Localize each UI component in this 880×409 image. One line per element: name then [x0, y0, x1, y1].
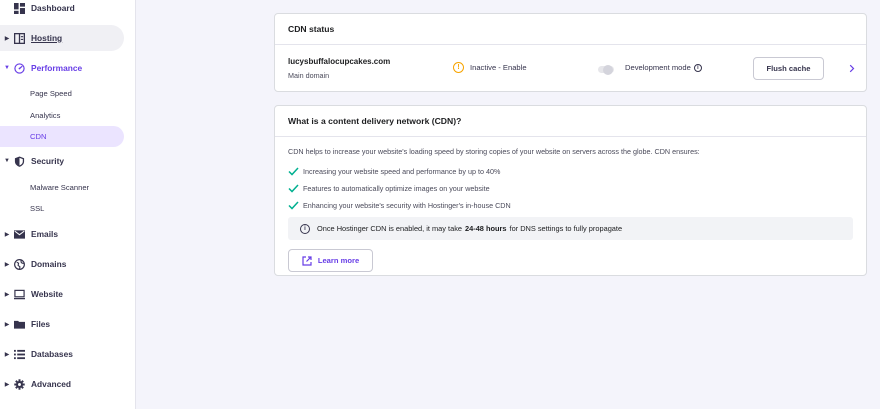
sidebar-item-website[interactable]: ▶ Website	[0, 281, 124, 307]
toggle-knob	[603, 64, 613, 75]
learn-more-label: Learn more	[317, 256, 360, 265]
sidebar-item-label: Dashboard	[31, 3, 75, 13]
database-icon	[13, 348, 25, 360]
feature-item: Enhancing your website's security with H…	[288, 197, 853, 214]
warning-icon: !	[453, 62, 464, 73]
sidebar-item-label: Advanced	[31, 379, 72, 389]
sidebar-item-dashboard[interactable]: Dashboard	[0, 0, 124, 21]
sidebar-item-label: Domains	[31, 259, 67, 269]
external-link-icon	[302, 255, 312, 266]
note-text-before: Once Hostinger CDN is enabled, it may ta…	[317, 224, 463, 233]
sidebar-item-databases[interactable]: ▶ Databases	[0, 341, 124, 367]
dashboard-icon	[13, 2, 25, 14]
cdn-status-text: Inactive - Enable	[470, 63, 527, 72]
development-mode: Development mode i	[625, 63, 702, 72]
sidebar-subitem-page-speed[interactable]: Page Speed	[0, 83, 124, 104]
globe-icon	[13, 258, 25, 270]
check-icon	[288, 184, 299, 193]
gear-icon	[13, 378, 25, 390]
sidebar-subitem-cdn[interactable]: CDN	[0, 126, 124, 147]
chevron-right-icon: ▶	[4, 35, 10, 42]
sidebar-item-label: Website	[31, 289, 63, 299]
propagation-note: i Once Hostinger CDN is enabled, it may …	[288, 217, 853, 240]
cdn-info-body: CDN helps to increase your website's loa…	[275, 137, 866, 272]
sidebar-item-label: Hosting	[31, 33, 63, 43]
note-text-bold: 24-48 hours	[465, 224, 507, 233]
sidebar-item-performance[interactable]: ▼ Performance	[0, 55, 124, 81]
sidebar-item-security[interactable]: ▼ Security	[0, 148, 124, 174]
check-icon	[288, 201, 299, 210]
sidebar: Dashboard ▶ Hosting ▼ Performance Page S…	[0, 0, 136, 409]
sidebar-subitem-malware-scanner[interactable]: Malware Scanner	[0, 177, 124, 198]
sidebar-item-files[interactable]: ▶ Files	[0, 311, 124, 337]
folder-icon	[13, 318, 25, 330]
cdn-status-card: CDN status lucysbuffalocupcakes.com Main…	[274, 13, 867, 92]
sidebar-item-emails[interactable]: ▶ Emails	[0, 221, 124, 247]
feature-item: Features to automatically optimize image…	[288, 180, 853, 197]
note-text-after: for DNS settings to fully propagate	[509, 224, 623, 233]
chevron-right-icon: ▶	[4, 381, 10, 388]
info-icon[interactable]: i	[693, 63, 702, 72]
sidebar-item-label: Security	[31, 156, 65, 166]
domain-name: lucysbuffalocupcakes.com	[288, 57, 391, 66]
feature-text: Features to automatically optimize image…	[303, 184, 490, 193]
sidebar-item-label: Files	[31, 319, 51, 329]
feature-item: Increasing your website speed and perfor…	[288, 163, 853, 180]
cdn-status[interactable]: ! Inactive - Enable	[453, 62, 527, 73]
chevron-right-icon: ▶	[4, 351, 10, 358]
chevron-right-icon: ▶	[4, 261, 10, 268]
chevron-right-icon: ▶	[4, 231, 10, 238]
sidebar-item-advanced[interactable]: ▶ Advanced	[0, 371, 124, 397]
chevron-right-icon[interactable]	[847, 61, 857, 75]
chevron-down-icon: ▼	[4, 65, 10, 71]
development-mode-label: Development mode	[625, 63, 691, 72]
monitor-icon	[13, 288, 25, 300]
chevron-down-icon: ▼	[4, 158, 10, 164]
cdn-info-card: What is a content delivery network (CDN)…	[274, 105, 867, 276]
flush-cache-button[interactable]: Flush cache	[753, 57, 824, 80]
feature-text: Enhancing your website's security with H…	[303, 201, 511, 210]
sidebar-item-domains[interactable]: ▶ Domains	[0, 251, 124, 277]
cdn-status-title: CDN status	[275, 14, 866, 45]
hosting-icon	[13, 32, 25, 44]
chevron-right-icon: ▶	[4, 291, 10, 298]
cdn-intro-text: CDN helps to increase your website's loa…	[288, 147, 700, 156]
info-icon: i	[300, 223, 310, 234]
feature-text: Increasing your website speed and perfor…	[303, 167, 501, 176]
cdn-domain-row: lucysbuffalocupcakes.com Main domain ! I…	[275, 45, 866, 92]
check-icon	[288, 167, 299, 176]
domain-type: Main domain	[288, 71, 330, 80]
shield-icon	[13, 155, 25, 167]
sidebar-subitem-analytics[interactable]: Analytics	[0, 105, 124, 126]
sidebar-subitem-ssl[interactable]: SSL	[0, 198, 124, 219]
development-mode-toggle[interactable]	[598, 64, 614, 75]
sidebar-item-label: Performance	[31, 63, 83, 73]
performance-icon	[13, 62, 25, 74]
sidebar-item-hosting[interactable]: ▶ Hosting	[0, 25, 124, 51]
mail-icon	[13, 228, 25, 240]
cdn-info-title: What is a content delivery network (CDN)…	[275, 106, 866, 137]
chevron-right-icon: ▶	[4, 321, 10, 328]
sidebar-item-label: Databases	[31, 349, 73, 359]
sidebar-item-label: Emails	[31, 229, 59, 239]
learn-more-button[interactable]: Learn more	[288, 249, 373, 272]
